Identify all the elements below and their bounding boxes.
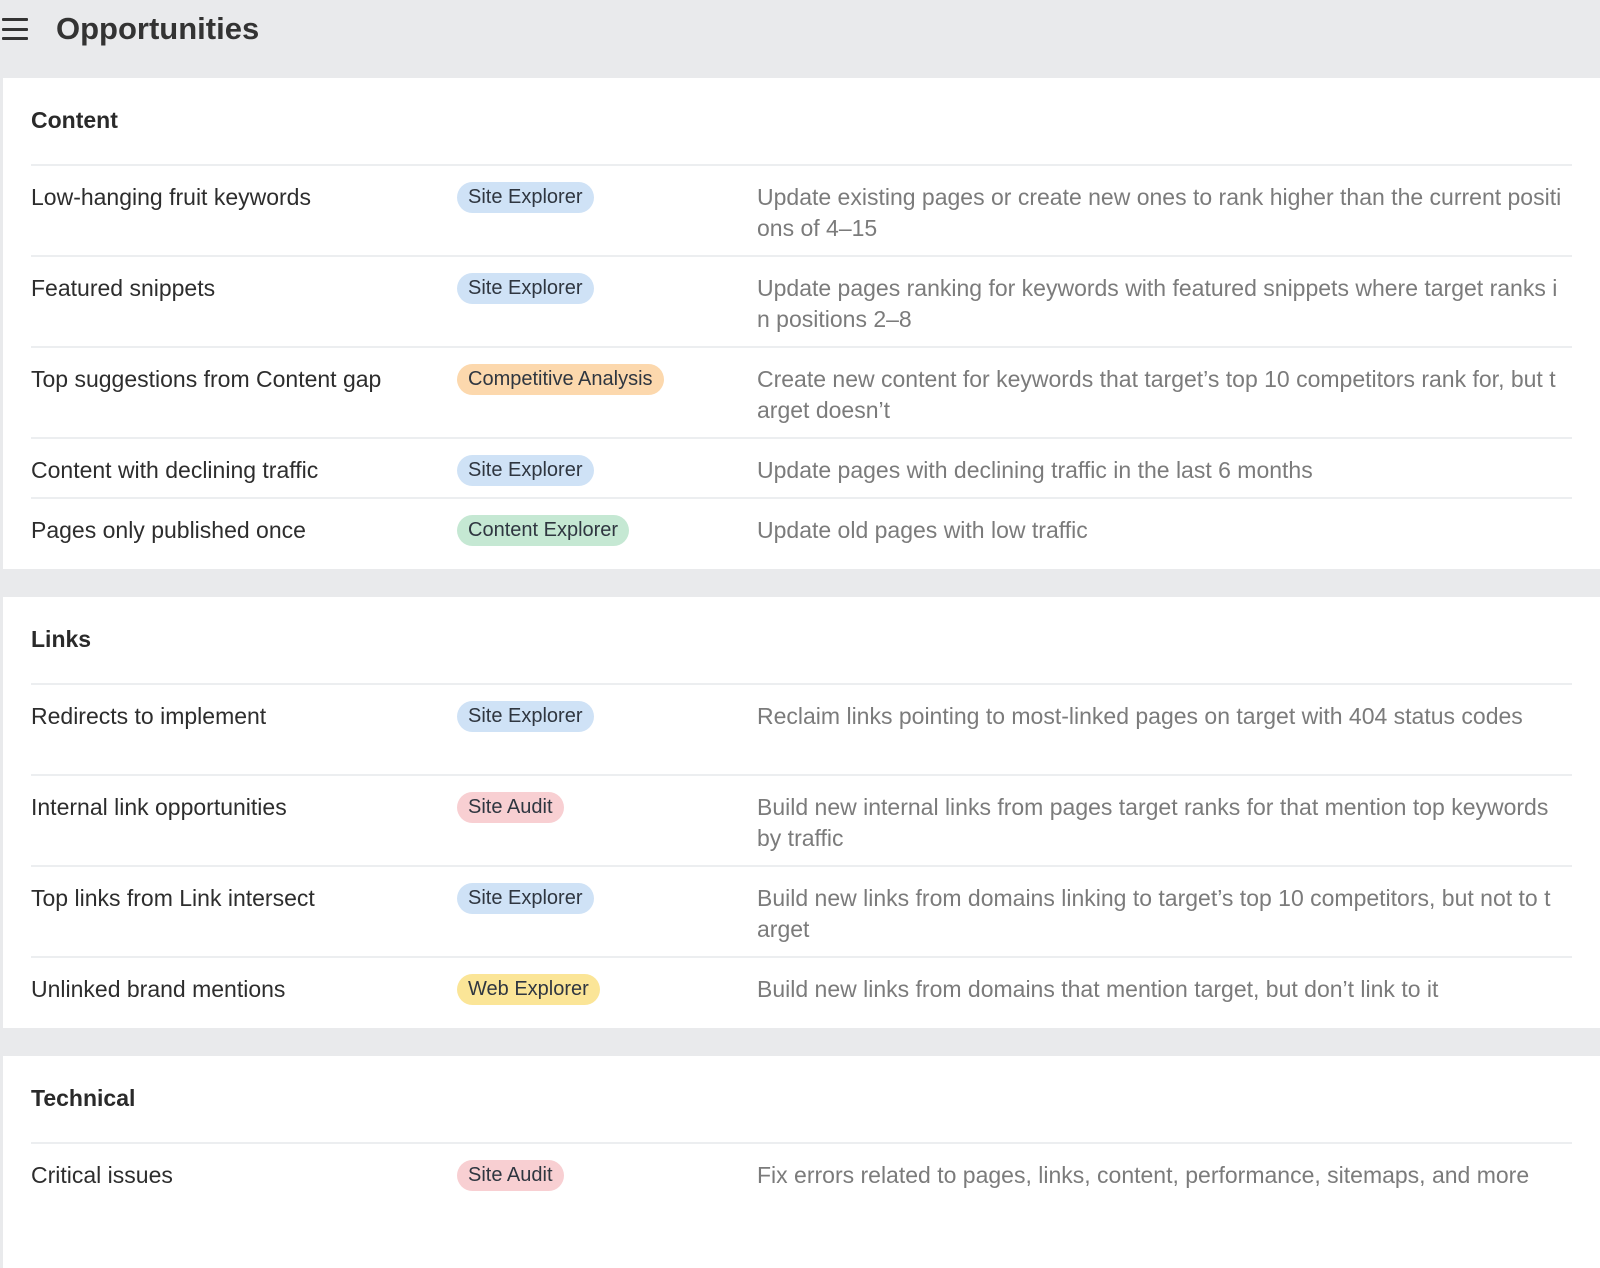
tool-badge[interactable]: Web Explorer <box>457 974 600 1005</box>
opportunity-description: Build new links from domains linking to … <box>757 885 1551 942</box>
opportunity-name[interactable]: Unlinked brand mentions <box>31 974 457 1028</box>
opportunity-name[interactable]: Internal link opportunities <box>31 792 457 865</box>
opportunity-row[interactable]: Content with declining traffic Site Expl… <box>31 437 1572 497</box>
page-title: Opportunities <box>56 11 260 46</box>
section-technical: Technical Critical issues Site Audit Fix… <box>3 1056 1600 1268</box>
opportunity-row[interactable]: Pages only published once Content Explor… <box>31 497 1572 569</box>
tool-badge[interactable]: Content Explorer <box>457 515 630 546</box>
opportunity-name[interactable]: Featured snippets <box>31 273 457 346</box>
opportunity-row[interactable]: Low-hanging fruit keywords Site Explorer… <box>31 164 1572 255</box>
opportunity-name[interactable]: Top links from Link intersect <box>31 883 457 956</box>
section-links: Links Redirects to implement Site Explor… <box>3 597 1600 1028</box>
section-content: Content Low-hanging fruit keywords Site … <box>3 78 1600 569</box>
opportunity-row[interactable]: Redirects to implement Site Explorer Rec… <box>31 683 1572 774</box>
opportunity-description: Update old pages with low traffic <box>757 517 1088 543</box>
tool-badge[interactable]: Site Explorer <box>457 182 594 213</box>
tool-badge[interactable]: Site Explorer <box>457 455 594 486</box>
opportunity-row[interactable]: Critical issues Site Audit Fix errors re… <box>31 1142 1572 1233</box>
opportunity-description: Update existing pages or create new ones… <box>757 184 1562 241</box>
opportunity-description: Build new links from domains that mentio… <box>757 976 1439 1002</box>
tool-badge[interactable]: Site Explorer <box>457 273 594 304</box>
opportunity-description: Build new internal links from pages targ… <box>757 794 1549 851</box>
opportunity-description: Update pages with declining traffic in t… <box>757 457 1313 483</box>
opportunity-description: Reclaim links pointing to most-linked pa… <box>757 703 1523 729</box>
tool-badge[interactable]: Site Explorer <box>457 883 594 914</box>
hamburger-menu-icon[interactable] <box>2 18 28 40</box>
tool-badge[interactable]: Site Explorer <box>457 701 594 732</box>
tool-badge[interactable]: Competitive Analysis <box>457 364 664 395</box>
opportunity-row[interactable]: Featured snippets Site Explorer Update p… <box>31 255 1572 346</box>
opportunity-name[interactable]: Critical issues <box>31 1160 457 1233</box>
opportunity-row[interactable]: Unlinked brand mentions Web Explorer Bui… <box>31 956 1572 1028</box>
section-title: Links <box>31 626 92 652</box>
opportunity-description: Create new content for keywords that tar… <box>757 366 1556 423</box>
opportunity-row[interactable]: Top suggestions from Content gap Competi… <box>31 346 1572 437</box>
section-title: Content <box>31 107 118 133</box>
opportunity-row[interactable]: Internal link opportunities Site Audit B… <box>31 774 1572 865</box>
tool-badge[interactable]: Site Audit <box>457 1160 564 1191</box>
section-title: Technical <box>31 1085 136 1111</box>
opportunity-description: Fix errors related to pages, links, cont… <box>757 1162 1530 1188</box>
page-header: Opportunities <box>0 0 1600 78</box>
tool-badge[interactable]: Site Audit <box>457 792 564 823</box>
opportunity-name[interactable]: Redirects to implement <box>31 701 457 774</box>
opportunity-name[interactable]: Low-hanging fruit keywords <box>31 182 457 255</box>
opportunity-name[interactable]: Content with declining traffic <box>31 455 457 497</box>
opportunity-row[interactable]: Top links from Link intersect Site Explo… <box>31 865 1572 956</box>
opportunity-name[interactable]: Pages only published once <box>31 515 457 569</box>
opportunity-name[interactable]: Top suggestions from Content gap <box>31 364 457 437</box>
opportunity-description: Update pages ranking for keywords with f… <box>757 275 1558 332</box>
